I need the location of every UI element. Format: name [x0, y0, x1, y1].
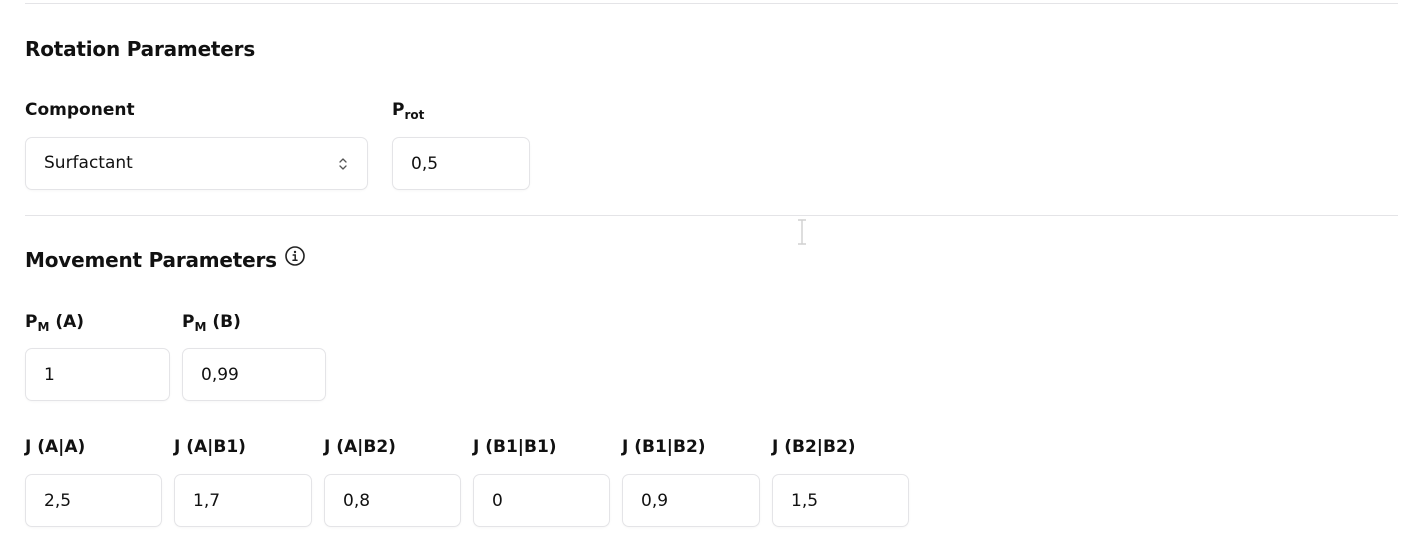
j-b1b1-input[interactable]	[473, 474, 610, 527]
prot-input[interactable]	[392, 137, 530, 190]
section-divider	[25, 215, 1398, 216]
j-b1b2-input[interactable]	[622, 474, 760, 527]
prot-label: Prot	[392, 99, 424, 121]
pm-b-label-main: P	[182, 312, 195, 332]
prot-label-main: P	[392, 100, 405, 120]
j-b2b2-input[interactable]	[772, 474, 909, 527]
text-cursor-icon	[794, 218, 810, 250]
pm-b-label-sub: M	[194, 320, 207, 334]
chevron-up-down-icon	[337, 156, 349, 172]
pm-b-input[interactable]	[182, 348, 326, 401]
j-ab2-input[interactable]	[324, 474, 461, 527]
component-label: Component	[25, 100, 135, 120]
pm-a-label-sub: M	[37, 320, 50, 334]
prot-label-sub: rot	[404, 108, 425, 122]
j-ab1-label: J (A|B1)	[174, 437, 246, 457]
rotation-section-title: Rotation Parameters	[25, 37, 256, 61]
j-b1b1-label: J (B1|B1)	[473, 437, 557, 457]
pm-b-label: PM (B)	[182, 311, 241, 333]
pm-a-label-main: P	[25, 312, 38, 332]
pm-a-label-suffix: (A)	[49, 312, 85, 332]
top-divider	[25, 3, 1398, 4]
j-ab2-label: J (A|B2)	[324, 437, 396, 457]
info-button[interactable]	[283, 246, 307, 270]
component-select-value: Surfactant	[44, 153, 133, 173]
pm-a-input[interactable]	[25, 348, 170, 401]
j-aa-label: J (A|A)	[25, 437, 86, 457]
pm-b-label-suffix: (B)	[206, 312, 241, 332]
j-b1b2-label: J (B1|B2)	[622, 437, 706, 457]
component-select[interactable]: Surfactant	[25, 137, 368, 190]
j-aa-input[interactable]	[25, 474, 162, 527]
j-b2b2-label: J (B2|B2)	[772, 437, 856, 457]
info-circle-icon	[284, 245, 306, 271]
movement-section-title: Movement Parameters	[25, 248, 277, 272]
j-ab1-input[interactable]	[174, 474, 312, 527]
pm-a-label: PM (A)	[25, 311, 84, 333]
